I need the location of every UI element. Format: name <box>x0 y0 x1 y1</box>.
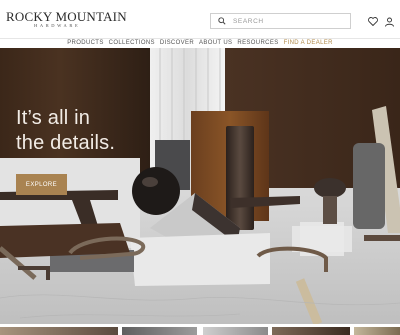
nav-products[interactable]: PRODUCTS <box>67 39 103 48</box>
hero-headline: It’s all in the details. <box>16 106 156 156</box>
hero-headline-line-1: It’s all in <box>16 107 91 129</box>
thumbnail-5[interactable] <box>354 327 400 335</box>
explore-button[interactable]: EXPLORE <box>16 174 67 195</box>
thumbnail-2[interactable] <box>122 327 197 335</box>
nav-discover[interactable]: DISCOVER <box>160 39 194 48</box>
hero-banner: It’s all in the details. EXPLORE <box>0 48 400 324</box>
search-box[interactable] <box>210 13 351 29</box>
thumbnail-1[interactable] <box>0 327 118 335</box>
search-icon[interactable] <box>215 14 229 28</box>
thumbnail-strip <box>0 324 400 335</box>
search-input[interactable] <box>229 17 343 25</box>
nav-collections[interactable]: COLLECTIONS <box>109 39 155 48</box>
nav-about-us[interactable]: ABOUT US <box>199 39 232 48</box>
nav-find-a-dealer[interactable]: FIND A DEALER <box>284 39 333 48</box>
thumbnail-3[interactable] <box>203 327 268 335</box>
heart-icon[interactable] <box>367 16 378 27</box>
user-icon[interactable] <box>384 16 395 27</box>
hero-headline-line-2: the details. <box>16 132 116 154</box>
thumbnail-4[interactable] <box>272 327 350 335</box>
site-header: Rocky Mountain HARDWARE <box>0 0 400 38</box>
nav-resources[interactable]: RESOURCES <box>237 39 278 48</box>
main-nav: PRODUCTS COLLECTIONS DISCOVER ABOUT US R… <box>0 38 400 48</box>
brand-logo[interactable]: Rocky Mountain HARDWARE <box>6 10 127 29</box>
brand-name: Rocky Mountain <box>6 9 127 24</box>
